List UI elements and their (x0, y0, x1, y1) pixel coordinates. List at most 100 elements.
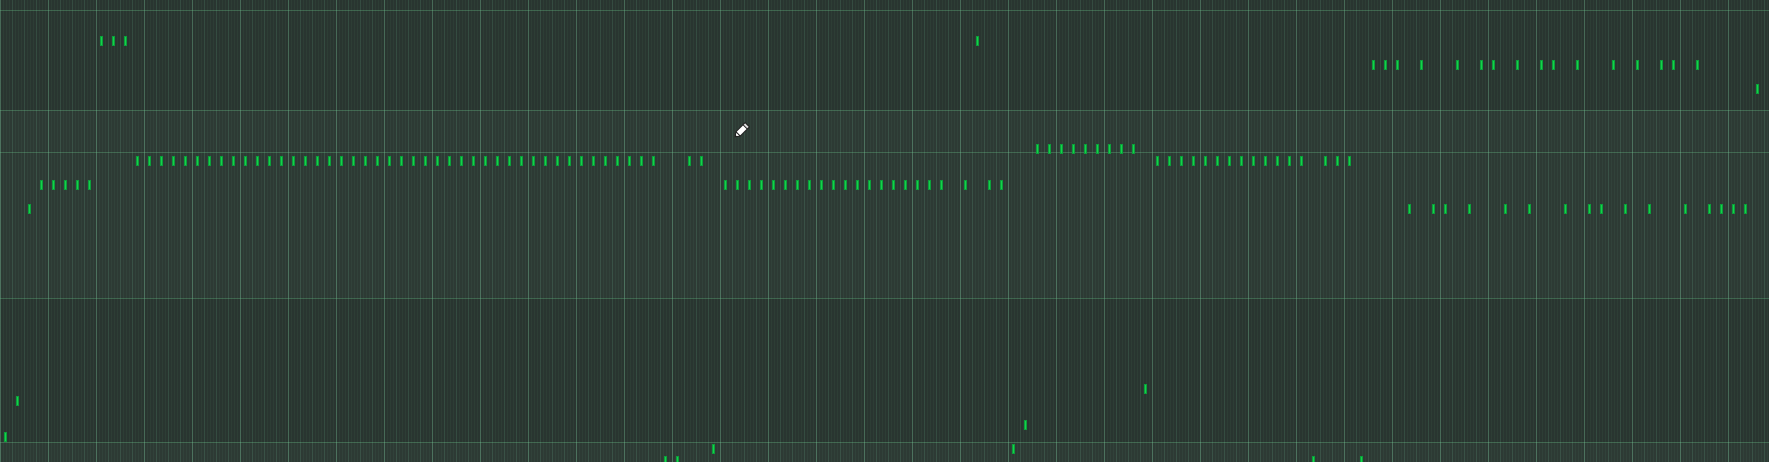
note[interactable] (1324, 156, 1327, 166)
note[interactable] (220, 156, 223, 166)
note[interactable] (1156, 156, 1159, 166)
note[interactable] (292, 156, 295, 166)
note[interactable] (376, 156, 379, 166)
note[interactable] (1552, 60, 1555, 70)
note[interactable] (208, 156, 211, 166)
note[interactable] (340, 156, 343, 166)
note[interactable] (1456, 60, 1459, 70)
note[interactable] (1240, 156, 1243, 166)
note[interactable] (484, 156, 487, 166)
note[interactable] (712, 444, 715, 454)
note[interactable] (52, 180, 55, 190)
note[interactable] (1504, 204, 1507, 214)
note[interactable] (1588, 204, 1591, 214)
note[interactable] (160, 156, 163, 166)
note[interactable] (304, 156, 307, 166)
note[interactable] (820, 180, 823, 190)
note[interactable] (472, 156, 475, 166)
note[interactable] (1480, 60, 1483, 70)
note[interactable] (1420, 60, 1423, 70)
note[interactable] (1144, 384, 1147, 394)
note[interactable] (856, 180, 859, 190)
note[interactable] (1672, 60, 1675, 70)
piano-roll-note-grid[interactable] (0, 0, 1769, 462)
note[interactable] (760, 180, 763, 190)
note[interactable] (1408, 204, 1411, 214)
note[interactable] (196, 156, 199, 166)
note[interactable] (784, 180, 787, 190)
note[interactable] (1372, 60, 1375, 70)
note[interactable] (796, 180, 799, 190)
note[interactable] (184, 156, 187, 166)
note[interactable] (328, 156, 331, 166)
note[interactable] (352, 156, 355, 166)
note[interactable] (1756, 84, 1759, 94)
note[interactable] (1300, 156, 1303, 166)
note[interactable] (232, 156, 235, 166)
note[interactable] (520, 156, 523, 166)
note[interactable] (1336, 156, 1339, 166)
note[interactable] (1468, 204, 1471, 214)
note[interactable] (28, 204, 31, 214)
note[interactable] (496, 156, 499, 166)
note[interactable] (532, 156, 535, 166)
note[interactable] (100, 36, 103, 46)
note[interactable] (112, 36, 115, 46)
note[interactable] (880, 180, 883, 190)
note[interactable] (256, 156, 259, 166)
note[interactable] (1744, 204, 1747, 214)
note[interactable] (1132, 144, 1135, 154)
note[interactable] (1192, 156, 1195, 166)
note[interactable] (568, 156, 571, 166)
note[interactable] (448, 156, 451, 166)
note[interactable] (664, 456, 667, 462)
note[interactable] (16, 396, 19, 406)
note[interactable] (1024, 420, 1027, 430)
note[interactable] (1516, 60, 1519, 70)
note[interactable] (40, 180, 43, 190)
note[interactable] (652, 156, 655, 166)
note[interactable] (844, 180, 847, 190)
note[interactable] (904, 180, 907, 190)
note[interactable] (1312, 456, 1315, 462)
note[interactable] (1720, 204, 1723, 214)
note[interactable] (1072, 144, 1075, 154)
note[interactable] (1696, 60, 1699, 70)
note[interactable] (1204, 156, 1207, 166)
note[interactable] (868, 180, 871, 190)
note[interactable] (1216, 156, 1219, 166)
note[interactable] (1660, 60, 1663, 70)
note[interactable] (724, 180, 727, 190)
note[interactable] (928, 180, 931, 190)
note[interactable] (736, 180, 739, 190)
note[interactable] (1624, 204, 1627, 214)
note[interactable] (1636, 60, 1639, 70)
note[interactable] (1564, 204, 1567, 214)
note[interactable] (580, 156, 583, 166)
note[interactable] (1288, 156, 1291, 166)
note[interactable] (1228, 156, 1231, 166)
note[interactable] (460, 156, 463, 166)
note[interactable] (832, 180, 835, 190)
note[interactable] (364, 156, 367, 166)
note[interactable] (1276, 156, 1279, 166)
note[interactable] (1264, 156, 1267, 166)
note[interactable] (1180, 156, 1183, 166)
note[interactable] (808, 180, 811, 190)
note[interactable] (388, 156, 391, 166)
note[interactable] (1000, 180, 1003, 190)
note[interactable] (76, 180, 79, 190)
note[interactable] (1036, 144, 1039, 154)
note[interactable] (1528, 204, 1531, 214)
note[interactable] (1648, 204, 1651, 214)
note[interactable] (892, 180, 895, 190)
note[interactable] (1576, 60, 1579, 70)
note[interactable] (172, 156, 175, 166)
note[interactable] (1048, 144, 1051, 154)
note[interactable] (628, 156, 631, 166)
note[interactable] (424, 156, 427, 166)
note[interactable] (1492, 60, 1495, 70)
note[interactable] (676, 456, 679, 462)
note[interactable] (1084, 144, 1087, 154)
note[interactable] (604, 156, 607, 166)
